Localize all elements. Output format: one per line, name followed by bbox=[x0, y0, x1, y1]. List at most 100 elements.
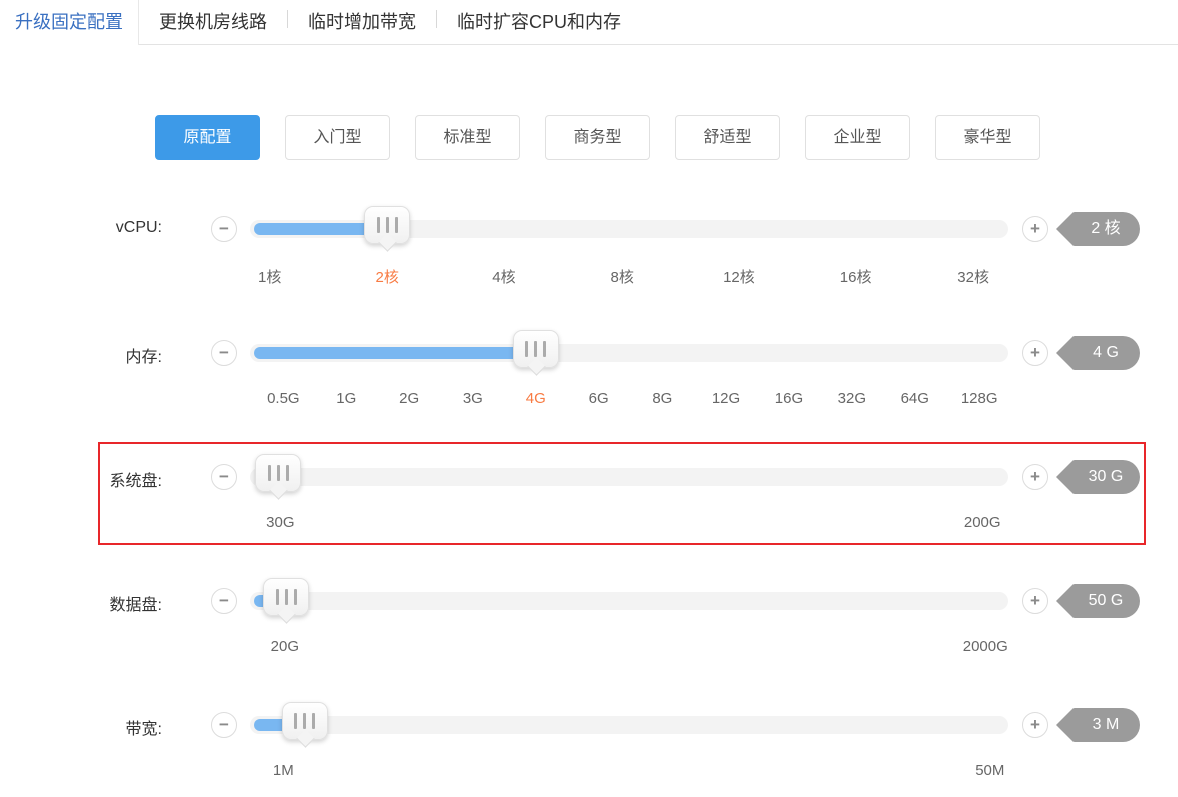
value-badge: 2 核 bbox=[1056, 212, 1140, 246]
decrease-button[interactable]: − bbox=[211, 216, 237, 242]
badge-value: 3 M bbox=[1072, 708, 1140, 742]
preset-luxury[interactable]: 豪华型 bbox=[935, 115, 1040, 160]
increase-button[interactable]: + bbox=[1022, 588, 1048, 614]
tab-temp-increase-bandwidth[interactable]: 临时增加带宽 bbox=[288, 0, 436, 44]
slider-row-system-disk: 系统盘: − 30G 200G + 30 G bbox=[0, 415, 1178, 539]
slider-track[interactable]: 1M50M bbox=[250, 716, 1008, 734]
tab-change-datacenter-line[interactable]: 更换机房线路 bbox=[139, 0, 287, 44]
slider-label: 带宽: bbox=[0, 715, 162, 739]
tick-label: 3G bbox=[463, 390, 483, 407]
tab-bar: 升级固定配置更换机房线路临时增加带宽临时扩容CPU和内存 bbox=[0, 0, 1178, 45]
slider-track[interactable]: 1核2核4核8核12核16核32核 bbox=[250, 220, 1008, 238]
tick-label: 8核 bbox=[611, 266, 634, 287]
slider-handle[interactable] bbox=[364, 206, 410, 244]
tick-label: 2核 bbox=[376, 266, 399, 287]
value-badge: 4 G bbox=[1056, 336, 1140, 370]
slider-row-memory: 内存: − 0.5G1G2G3G4G6G8G12G16G32G64G128G +… bbox=[0, 291, 1178, 415]
preset-original-config[interactable]: 原配置 bbox=[155, 115, 260, 160]
slider-handle[interactable] bbox=[513, 330, 559, 368]
tick-label: 12G bbox=[712, 390, 740, 407]
badge-arrow-icon bbox=[1056, 460, 1073, 494]
badge-value: 30 G bbox=[1072, 460, 1140, 494]
plus-icon: + bbox=[1030, 716, 1040, 733]
increase-button[interactable]: + bbox=[1022, 340, 1048, 366]
handle-grip-icon bbox=[386, 217, 389, 233]
value-badge: 30 G bbox=[1056, 460, 1140, 494]
slider-track[interactable]: 30G200G bbox=[250, 468, 1008, 486]
tick-label: 0.5G bbox=[267, 390, 300, 407]
tick-label: 4核 bbox=[492, 266, 515, 287]
config-sliders: vCPU: − 1核2核4核8核12核16核32核 + 2 核 内存: − 0.… bbox=[0, 167, 1178, 787]
decrease-button[interactable]: − bbox=[211, 588, 237, 614]
slider-handle[interactable] bbox=[255, 454, 301, 492]
increase-button[interactable]: + bbox=[1022, 464, 1048, 490]
tab-upgrade-fixed-config[interactable]: 升级固定配置 bbox=[0, 0, 139, 45]
tick-label: 12核 bbox=[723, 266, 755, 287]
tick-label: 64G bbox=[901, 390, 929, 407]
slider-handle[interactable] bbox=[263, 578, 309, 616]
tick-label: 6G bbox=[589, 390, 609, 407]
preset-comfort[interactable]: 舒适型 bbox=[675, 115, 780, 160]
badge-value: 4 G bbox=[1072, 336, 1140, 370]
increase-button[interactable]: + bbox=[1022, 712, 1048, 738]
handle-grip-icon bbox=[294, 589, 297, 605]
handle-grip-icon bbox=[534, 341, 537, 357]
badge-arrow-icon bbox=[1056, 584, 1073, 618]
tick-label: 20G bbox=[271, 638, 299, 655]
plus-icon: + bbox=[1030, 344, 1040, 361]
handle-grip-icon bbox=[377, 217, 380, 233]
tick-label: 50M bbox=[975, 762, 1004, 779]
minus-icon: − bbox=[219, 468, 229, 485]
tick-labels: 30G 200G bbox=[250, 514, 1008, 534]
handle-grip-icon bbox=[285, 589, 288, 605]
slider-handle[interactable] bbox=[282, 702, 328, 740]
tick-labels: 20G 2000G bbox=[250, 638, 1008, 658]
handle-grip-icon bbox=[268, 465, 271, 481]
tick-label: 4G bbox=[526, 390, 546, 407]
badge-arrow-icon bbox=[1056, 708, 1073, 742]
tick-label: 2000G bbox=[963, 638, 1008, 655]
plus-icon: + bbox=[1030, 468, 1040, 485]
increase-button[interactable]: + bbox=[1022, 216, 1048, 242]
tick-label: 30G bbox=[266, 514, 294, 531]
badge-arrow-icon bbox=[1056, 212, 1073, 246]
tick-label: 8G bbox=[652, 390, 672, 407]
slider-fill bbox=[254, 347, 540, 359]
preset-row: 原配置入门型标准型商务型舒适型企业型豪华型 bbox=[155, 115, 1178, 160]
decrease-button[interactable]: − bbox=[211, 464, 237, 490]
tick-label: 200G bbox=[964, 514, 1001, 531]
preset-enterprise[interactable]: 企业型 bbox=[805, 115, 910, 160]
decrease-button[interactable]: − bbox=[211, 340, 237, 366]
slider-row-vcpu: vCPU: − 1核2核4核8核12核16核32核 + 2 核 bbox=[0, 167, 1178, 291]
handle-grip-icon bbox=[303, 713, 306, 729]
value-badge: 50 G bbox=[1056, 584, 1140, 618]
handle-grip-icon bbox=[294, 713, 297, 729]
badge-value: 2 核 bbox=[1072, 212, 1140, 246]
tick-label: 128G bbox=[961, 390, 998, 407]
tick-label: 32核 bbox=[957, 266, 989, 287]
tick-labels: 0.5G1G2G3G4G6G8G12G16G32G64G128G bbox=[250, 390, 1008, 410]
tick-labels: 1M 50M bbox=[250, 762, 1008, 782]
tab-temp-expand-cpu-memory[interactable]: 临时扩容CPU和内存 bbox=[437, 0, 641, 44]
handle-grip-icon bbox=[276, 589, 279, 605]
slider-track[interactable]: 0.5G1G2G3G4G6G8G12G16G32G64G128G bbox=[250, 344, 1008, 362]
tick-label: 1G bbox=[336, 390, 356, 407]
value-badge: 3 M bbox=[1056, 708, 1140, 742]
handle-grip-icon bbox=[395, 217, 398, 233]
tick-label: 16G bbox=[775, 390, 803, 407]
preset-standard[interactable]: 标准型 bbox=[415, 115, 520, 160]
handle-grip-icon bbox=[543, 341, 546, 357]
minus-icon: − bbox=[219, 220, 229, 237]
badge-value: 50 G bbox=[1072, 584, 1140, 618]
slider-label: 系统盘: bbox=[0, 467, 162, 491]
preset-entry[interactable]: 入门型 bbox=[285, 115, 390, 160]
tick-label: 1M bbox=[273, 762, 294, 779]
slider-row-data-disk: 数据盘: − 20G 2000G + 50 G bbox=[0, 539, 1178, 663]
slider-label: 数据盘: bbox=[0, 591, 162, 615]
slider-label: 内存: bbox=[0, 343, 162, 367]
minus-icon: − bbox=[219, 716, 229, 733]
slider-track[interactable]: 20G2000G bbox=[250, 592, 1008, 610]
preset-business[interactable]: 商务型 bbox=[545, 115, 650, 160]
decrease-button[interactable]: − bbox=[211, 712, 237, 738]
tick-label: 2G bbox=[399, 390, 419, 407]
